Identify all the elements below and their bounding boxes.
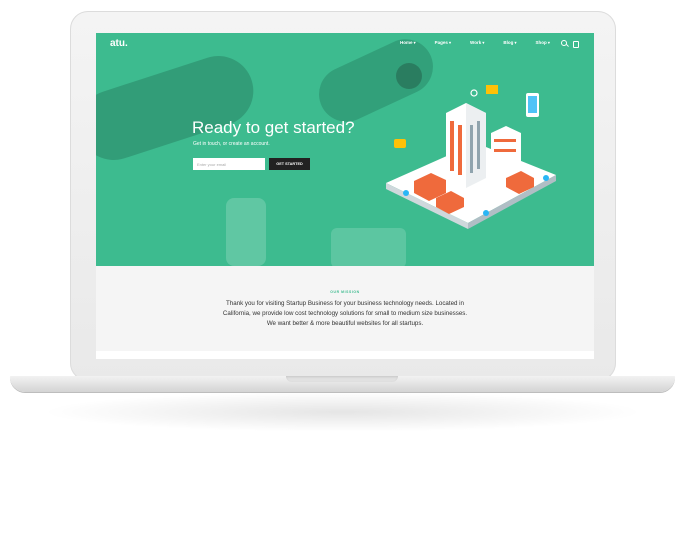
hero-photo-arm — [96, 46, 263, 170]
email-input[interactable] — [193, 158, 265, 170]
main-nav: Home Pages Work Blog Shop — [400, 40, 569, 45]
nav-item-blog[interactable]: Blog — [503, 40, 516, 45]
nav-item-pages[interactable]: Pages — [435, 40, 451, 45]
nav-item-home[interactable]: Home — [400, 40, 416, 45]
search-icon[interactable] — [561, 40, 567, 46]
get-started-button[interactable]: GET STARTED — [269, 158, 310, 170]
isometric-city-illustration — [386, 85, 556, 229]
illustration-building — [491, 126, 521, 180]
wifi-icon — [470, 89, 478, 97]
laptop-notch — [286, 376, 398, 382]
mission-section: OUR MISSION Thank you for visiting Start… — [96, 266, 594, 359]
hero-title: Ready to get started? — [192, 118, 355, 137]
laptop-shadow — [40, 392, 645, 432]
mission-text: Thank you for visiting Startup Business … — [222, 300, 468, 327]
nav-item-shop[interactable]: Shop — [535, 40, 549, 45]
site-logo[interactable]: atu. — [110, 38, 128, 49]
nav-item-work[interactable]: Work — [470, 40, 484, 45]
tree-icon — [403, 190, 409, 196]
hero-subtitle: Get in touch, or create an account. — [193, 141, 270, 147]
footer-strip — [96, 351, 594, 359]
hero-section: atu. Home Pages Work Blog Shop Ready to … — [96, 33, 594, 266]
mission-eyebrow: OUR MISSION — [330, 290, 360, 294]
message-icon — [486, 85, 498, 94]
laptop-screen: atu. Home Pages Work Blog Shop Ready to … — [96, 33, 594, 359]
tree-icon-3 — [483, 210, 489, 216]
chat-bubble-icon — [394, 139, 406, 148]
site-header: atu. Home Pages Work Blog Shop — [96, 33, 594, 55]
hero-photo-bottle — [226, 198, 266, 266]
cart-icon[interactable] — [573, 41, 579, 48]
tree-icon-2 — [543, 175, 549, 181]
